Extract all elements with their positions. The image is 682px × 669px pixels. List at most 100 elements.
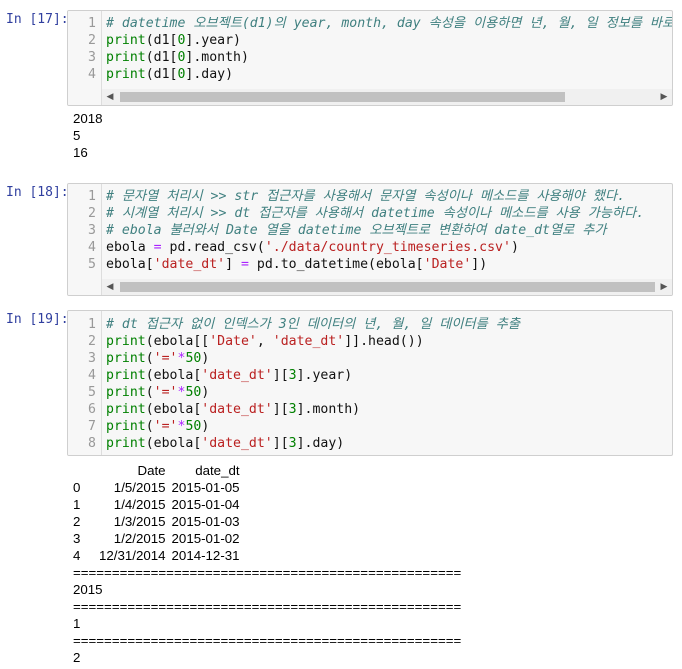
table-row: 3 1/2/2015 2015-01-02 — [73, 530, 240, 547]
code-token: 50 — [185, 351, 202, 366]
cell-prompt: In [18]: — [6, 185, 69, 200]
code-token: 'Date' — [423, 257, 472, 272]
output-line: 5 — [73, 128, 81, 143]
table-row: 0 1/5/2015 2015-01-05 — [73, 479, 240, 496]
code-text[interactable]: # ebola 불러와서 Date 열을 datetime 오브젝트로 변환하여… — [106, 222, 606, 239]
code-token: (ebola[ — [145, 368, 202, 383]
code-lines[interactable]: 1 # 문자열 처리시 >> str 접근자를 사용해서 문자열 속성이나 메소드… — [68, 188, 672, 273]
code-text[interactable]: print(ebola['date_dt'][3].day) — [106, 435, 344, 452]
code-editor[interactable]: 1 # dt 접근자 없이 인덱스가 3인 데이터의 년, 월, 일 데이터를 추… — [67, 310, 673, 456]
line-number: 2 — [88, 206, 96, 221]
code-token: ].month) — [185, 50, 249, 65]
code-token: 'date_dt' — [153, 257, 226, 272]
code-line[interactable]: 3 # ebola 불러와서 Date 열을 datetime 오브젝트로 변환하… — [68, 222, 672, 239]
code-token: '=' — [153, 419, 178, 434]
code-line[interactable]: 8 print(ebola['date_dt'][3].day) — [68, 435, 672, 452]
table-cell: 1/5/2015 — [113, 480, 166, 495]
scroll-left-icon[interactable]: ◀ — [104, 281, 116, 293]
code-lines[interactable]: 1 # dt 접근자 없이 인덱스가 3인 데이터의 년, 월, 일 데이터를 추… — [68, 316, 672, 452]
row-index: 4 — [73, 548, 81, 563]
code-token: print — [106, 419, 146, 434]
code-text[interactable]: print('='*50) — [106, 384, 209, 401]
line-number: 4 — [88, 368, 96, 383]
code-text[interactable]: # 시계열 처리시 >> dt 접근자를 사용해서 datetime 속성이나 … — [106, 205, 644, 222]
code-text[interactable]: # 문자열 처리시 >> str 접근자를 사용해서 문자열 속성이나 메소드를… — [106, 188, 625, 205]
table-header-row: Date date_dt — [73, 462, 240, 479]
line-number: 4 — [88, 240, 96, 255]
code-token: 3 — [288, 368, 297, 383]
table-cell: 2015-01-05 — [171, 480, 240, 495]
table-cell: 12/31/2014 — [99, 548, 166, 563]
code-line[interactable]: 4 print(d1[0].day) — [68, 66, 672, 83]
code-text[interactable]: print(ebola[['Date', 'date_dt']].head()) — [106, 333, 424, 350]
code-token: './data/country_timeseries.csv' — [264, 240, 511, 255]
code-token: 3 — [288, 402, 297, 417]
column-header — [73, 462, 99, 479]
output-line: ========================================… — [73, 565, 462, 580]
code-text[interactable]: ebola['date_dt'] = pd.to_datetime(ebola[… — [106, 256, 487, 273]
code-token: = — [153, 240, 162, 255]
code-token: ][ — [272, 402, 289, 417]
code-text[interactable]: print(ebola['date_dt'][3].month) — [106, 401, 360, 418]
code-token: 'Date' — [209, 334, 257, 349]
scrollbar-thumb[interactable] — [120, 282, 655, 292]
code-token: print — [106, 33, 146, 48]
code-token: ]].head()) — [344, 334, 424, 349]
code-lines[interactable]: 1 # datetime 오브젝트(d1)의 year, month, day 속… — [68, 15, 672, 83]
code-line[interactable]: 1 # dt 접근자 없이 인덱스가 3인 데이터의 년, 월, 일 데이터를 추… — [68, 316, 672, 333]
line-number: 8 — [88, 436, 96, 451]
code-text[interactable]: ebola = pd.read_csv('./data/country_time… — [106, 239, 519, 256]
row-index: 3 — [73, 531, 81, 546]
code-line[interactable]: 5 ebola['date_dt'] = pd.to_datetime(ebola… — [68, 256, 672, 273]
horizontal-scrollbar[interactable]: ◀ ▶ — [102, 279, 672, 295]
code-line[interactable]: 2 # 시계열 처리시 >> dt 접근자를 사용해서 datetime 속성이나… — [68, 205, 672, 222]
line-number: 1 — [88, 16, 96, 31]
scroll-left-icon[interactable]: ◀ — [104, 91, 116, 103]
code-line[interactable]: 1 # datetime 오브젝트(d1)의 year, month, day 속… — [68, 15, 672, 32]
code-token: (ebola[[ — [145, 334, 210, 349]
code-line[interactable]: 3 print(d1[0].month) — [68, 49, 672, 66]
code-token: print — [106, 385, 146, 400]
code-text[interactable]: print('='*50) — [106, 350, 209, 367]
code-token: print — [106, 351, 146, 366]
code-line[interactable]: 6 print(ebola['date_dt'][3].month) — [68, 401, 672, 418]
code-token: 3 — [288, 436, 297, 451]
code-token: print — [106, 368, 146, 383]
code-token: ( — [145, 351, 154, 366]
code-line[interactable]: 3 print('='*50) — [68, 350, 672, 367]
code-token: (d1[ — [145, 33, 178, 48]
code-token: '=' — [153, 351, 178, 366]
table-cell: 1/4/2015 — [113, 497, 166, 512]
code-line[interactable]: 2 print(d1[0].year) — [68, 32, 672, 49]
code-line[interactable]: 2 print(ebola[['Date', 'date_dt']].head()… — [68, 333, 672, 350]
line-number: 3 — [88, 351, 96, 366]
code-text[interactable]: print(d1[0].month) — [106, 49, 249, 66]
output-line: 2018 — [73, 111, 103, 126]
line-number: 2 — [88, 33, 96, 48]
code-text[interactable]: # datetime 오브젝트(d1)의 year, month, day 속성… — [106, 15, 672, 32]
code-text[interactable]: print('='*50) — [106, 418, 209, 435]
code-token: ebola — [106, 240, 154, 255]
code-line[interactable]: 7 print('='*50) — [68, 418, 672, 435]
code-text[interactable]: print(d1[0].day) — [106, 66, 233, 83]
scrollbar-thumb[interactable] — [120, 92, 565, 102]
code-text[interactable]: # dt 접근자 없이 인덱스가 3인 데이터의 년, 월, 일 데이터를 추출 — [106, 316, 520, 333]
code-token: print — [106, 402, 146, 417]
code-token: ][ — [272, 436, 289, 451]
cell-prompt: In [17]: — [6, 12, 69, 27]
scroll-right-icon[interactable]: ▶ — [658, 281, 670, 293]
code-token: # ebola 불러와서 Date 열을 datetime 오브젝트로 변환하여… — [106, 223, 607, 238]
code-editor[interactable]: 1 # 문자열 처리시 >> str 접근자를 사용해서 문자열 속성이나 메소드… — [67, 183, 673, 296]
horizontal-scrollbar[interactable]: ◀ ▶ — [102, 89, 672, 105]
column-header: date_dt — [195, 463, 240, 478]
code-line[interactable]: 5 print('='*50) — [68, 384, 672, 401]
code-token: ebola[ — [106, 257, 154, 272]
code-editor[interactable]: 1 # datetime 오브젝트(d1)의 year, month, day 속… — [67, 10, 673, 106]
code-line[interactable]: 4 print(ebola['date_dt'][3].year) — [68, 367, 672, 384]
code-text[interactable]: print(ebola['date_dt'][3].year) — [106, 367, 352, 384]
code-token: # 문자열 처리시 >> str 접근자를 사용해서 문자열 속성이나 메소드를… — [106, 189, 626, 204]
scroll-right-icon[interactable]: ▶ — [658, 91, 670, 103]
code-text[interactable]: print(d1[0].year) — [106, 32, 241, 49]
code-line[interactable]: 4 ebola = pd.read_csv('./data/country_tim… — [68, 239, 672, 256]
code-line[interactable]: 1 # 문자열 처리시 >> str 접근자를 사용해서 문자열 속성이나 메소드… — [68, 188, 672, 205]
